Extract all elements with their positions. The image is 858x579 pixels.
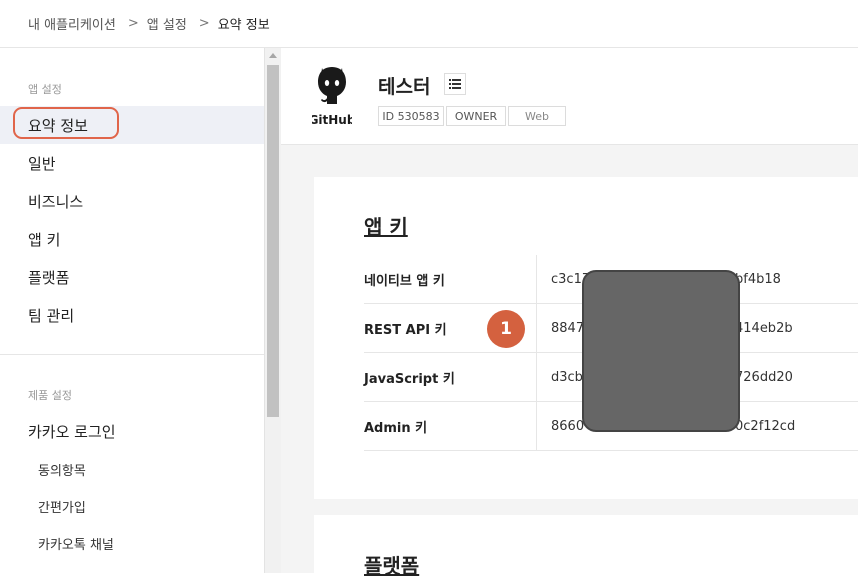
key-value-end[interactable]: 0c2f12cd [735,402,795,450]
platform-badge: Web [508,106,566,126]
sidebar-subitem-simple-signup[interactable]: 간편가입 [38,497,86,516]
sidebar-item-business[interactable]: 비즈니스 [28,191,83,212]
github-logo: GitHub [309,64,356,128]
breadcrumb-separator: > [127,16,139,31]
app-list-button[interactable] [444,73,466,95]
key-label: JavaScript 키 [364,353,537,401]
app-header [281,48,858,145]
list-icon [449,79,461,89]
key-value-end[interactable]: 726dd20 [735,353,793,401]
key-value-start[interactable]: 8660 [551,402,584,450]
sidebar-item-app-keys[interactable]: 앱 키 [28,229,60,250]
annotation-highlight-box [13,107,119,139]
breadcrumb-app-settings[interactable]: 앱 설정 [147,14,187,33]
app-keys-title: 앱 키 [364,215,408,239]
sidebar-item-general[interactable]: 일반 [28,153,56,174]
sidebar: 앱 설정 요약 정보 일반 비즈니스 앱 키 플랫폼 팀 관리 제품 설정 카카… [0,48,264,573]
key-label: Admin 키 [364,402,537,450]
key-value-end[interactable]: 414eb2b [735,304,793,352]
step-number-badge: 1 [487,310,525,348]
sidebar-divider [0,354,264,355]
role-badge: OWNER [446,106,506,126]
sidebar-item-kakao-login[interactable]: 카카오 로그인 [28,421,116,442]
app-name: 테스터 [378,76,431,98]
platform-title: 플랫폼 [364,554,420,578]
sidebar-subitem-consent[interactable]: 동의항목 [38,460,86,479]
breadcrumb: 내 애플리케이션 > 앱 설정 > 요약 정보 [0,0,858,48]
breadcrumb-summary: 요약 정보 [217,18,270,33]
app-badges: ID 530583 OWNER Web [378,106,568,126]
sidebar-subitem-kakaotalk-channel[interactable]: 카카오톡 채널 [38,534,114,553]
github-logo-text: GitHub [312,113,352,127]
sidebar-scrollbar[interactable] [264,48,281,573]
redaction-box [582,270,740,432]
key-value-start[interactable]: 8847 [551,304,584,352]
sidebar-item-platform[interactable]: 플랫폼 [28,267,69,288]
key-value-end[interactable]: bf4b18 [735,255,781,303]
breadcrumb-my-apps[interactable]: 내 애플리케이션 [28,14,116,33]
sidebar-section-product-settings: 제품 설정 [28,389,72,402]
app-id-badge: ID 530583 [378,106,444,126]
breadcrumb-separator: > [198,16,210,31]
key-label: 네이티브 앱 키 [364,255,537,303]
scroll-up-arrow-icon[interactable] [269,53,277,58]
key-value-start[interactable]: d3cb [551,353,583,401]
sidebar-section-app-settings: 앱 설정 [28,83,62,96]
scrollbar-thumb[interactable] [267,65,279,417]
sidebar-item-team[interactable]: 팀 관리 [28,305,74,326]
